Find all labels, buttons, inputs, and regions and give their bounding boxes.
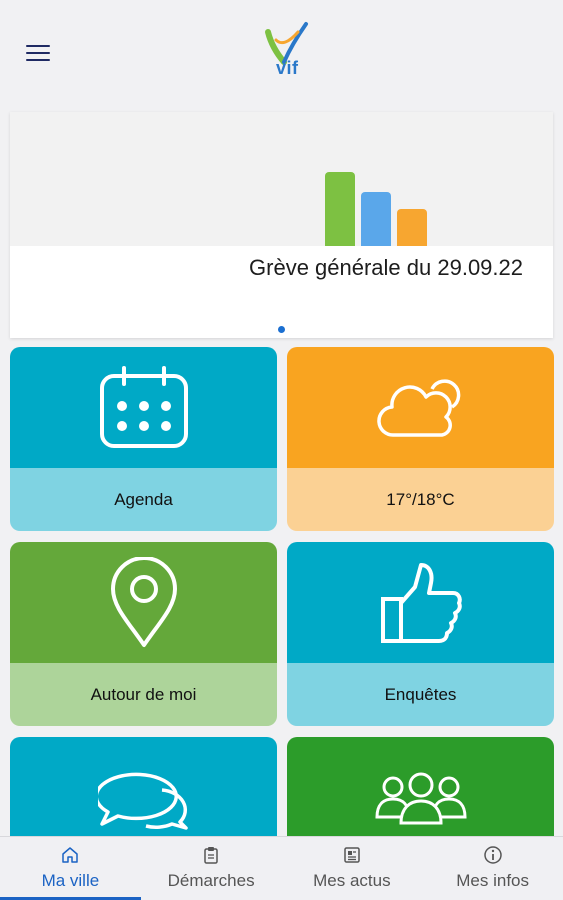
logo-text: vif xyxy=(276,58,299,78)
calendar-icon xyxy=(99,365,188,448)
tile-around-me[interactable]: Autour de moi xyxy=(10,542,277,726)
tile-surveys[interactable]: Enquêtes xyxy=(287,542,554,726)
tab-label: Ma ville xyxy=(41,871,100,890)
tab-label: Mes actus xyxy=(313,871,391,890)
carousel-title[interactable]: Grève générale du 29.09.22 xyxy=(10,255,523,281)
tile-label: Agenda xyxy=(10,468,277,531)
bar-graphic-illustration xyxy=(325,172,427,262)
bottom-tab-bar: Ma ville Démarches Mes actus Mes infos xyxy=(0,836,563,900)
tile-label: 17°/18°C xyxy=(287,468,554,531)
tile-weather[interactable]: 17°/18°C xyxy=(287,347,554,531)
newspaper-icon xyxy=(344,847,360,863)
home-icon xyxy=(62,847,79,863)
tab-demarches[interactable]: Démarches xyxy=(141,837,282,900)
tab-label: Mes infos xyxy=(456,871,529,890)
app-header: vif xyxy=(0,0,563,108)
thumbs-up-icon xyxy=(380,562,462,643)
tab-label: Démarches xyxy=(167,871,255,890)
carousel-indicator[interactable] xyxy=(278,326,285,333)
location-pin-icon xyxy=(110,556,177,647)
tab-mes-infos[interactable]: Mes infos xyxy=(422,837,563,900)
clipboard-icon xyxy=(204,847,218,864)
carousel-image xyxy=(10,112,553,262)
tile-label: Enquêtes xyxy=(287,663,554,726)
cloud-icon xyxy=(376,378,460,437)
chat-bubbles-icon xyxy=(97,772,188,830)
info-icon xyxy=(483,846,502,864)
news-carousel[interactable]: Grève générale du 29.09.22 xyxy=(10,112,553,338)
menu-icon[interactable] xyxy=(26,44,50,62)
tab-ma-ville[interactable]: Ma ville xyxy=(0,837,141,900)
tile-agenda[interactable]: Agenda xyxy=(10,347,277,531)
group-icon xyxy=(374,772,467,824)
tab-mes-actus[interactable]: Mes actus xyxy=(282,837,423,900)
tile-label: Autour de moi xyxy=(10,663,277,726)
